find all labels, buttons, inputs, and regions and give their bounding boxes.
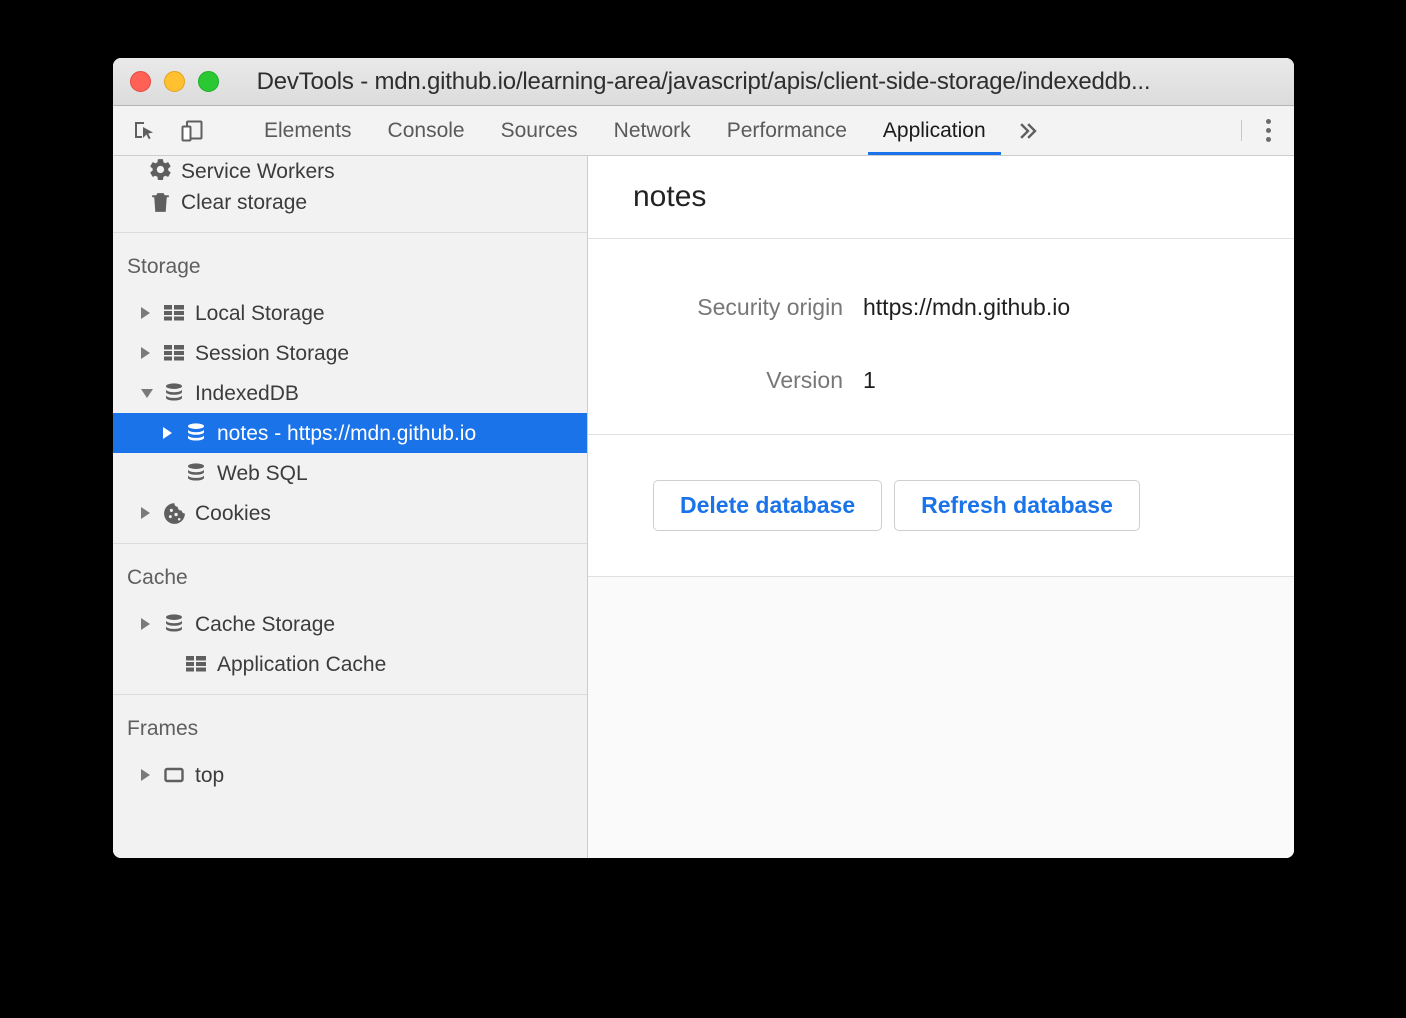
cookie-icon xyxy=(159,501,189,526)
devtools-tabbar: Elements Console Sources Network Perform… xyxy=(113,106,1294,156)
database-header: notes xyxy=(588,156,1294,239)
sidebar-item-label: Service Workers xyxy=(181,161,335,182)
chevron-double-right-icon xyxy=(1018,120,1040,142)
metadata-value-security-origin: https://mdn.github.io xyxy=(863,294,1070,321)
window-titlebar: DevTools - mdn.github.io/learning-area/j… xyxy=(113,58,1294,106)
table-icon xyxy=(159,341,189,365)
toggle-device-toolbar-icon xyxy=(180,119,204,143)
more-tabs-button[interactable] xyxy=(1004,106,1054,155)
expand-arrow-icon[interactable] xyxy=(141,769,159,781)
sidebar-group-frames: Frames top xyxy=(113,695,587,805)
sidebar-item-label: Clear storage xyxy=(181,192,307,213)
sidebar-group-title: Frames xyxy=(113,695,587,755)
table-icon xyxy=(181,652,211,676)
devtools-tabs: Elements Console Sources Network Perform… xyxy=(246,106,1235,155)
tab-label: Performance xyxy=(727,119,847,143)
application-panel: Service Workers Clear storage Storage xyxy=(113,156,1294,858)
sidebar-item-label: Cache Storage xyxy=(195,614,335,635)
collapse-arrow-icon[interactable] xyxy=(141,389,159,398)
tab-elements[interactable]: Elements xyxy=(246,106,370,155)
sidebar-group-top: Service Workers Clear storage xyxy=(113,156,587,232)
sidebar-item-notes-database[interactable]: notes - https://mdn.github.io xyxy=(113,413,587,453)
gear-icon xyxy=(145,157,175,182)
sidebar-item-label: IndexedDB xyxy=(195,383,299,404)
tab-network[interactable]: Network xyxy=(596,106,709,155)
metadata-row: Version 1 xyxy=(588,367,1294,394)
kebab-dot-icon xyxy=(1266,137,1271,142)
metadata-key-security-origin: Security origin xyxy=(588,294,863,321)
tab-performance[interactable]: Performance xyxy=(709,106,865,155)
sidebar-item-session-storage[interactable]: Session Storage xyxy=(113,333,587,373)
database-icon xyxy=(181,421,211,445)
database-metadata: Security origin https://mdn.github.io Ve… xyxy=(588,239,1294,435)
database-icon xyxy=(181,461,211,485)
sidebar-group-title: Cache xyxy=(113,544,587,604)
trash-icon xyxy=(145,190,175,215)
sidebar-item-label: Session Storage xyxy=(195,343,349,364)
database-icon xyxy=(159,612,189,636)
inspect-element-button[interactable] xyxy=(127,114,161,148)
database-actions: Delete database Refresh database xyxy=(588,435,1294,577)
tab-application[interactable]: Application xyxy=(865,106,1004,155)
devtools-window: DevTools - mdn.github.io/learning-area/j… xyxy=(113,58,1294,858)
metadata-key-version: Version xyxy=(588,367,863,394)
kebab-dot-icon xyxy=(1266,119,1271,124)
sidebar-item-application-cache[interactable]: Application Cache xyxy=(113,644,587,684)
sidebar-item-label: Local Storage xyxy=(195,303,325,324)
database-icon xyxy=(159,381,189,405)
sidebar-item-label: Application Cache xyxy=(217,654,386,675)
toggle-device-toolbar-button[interactable] xyxy=(175,114,209,148)
table-icon xyxy=(159,301,189,325)
sidebar-item-clear-storage[interactable]: Clear storage xyxy=(113,182,587,222)
sidebar-item-label: Web SQL xyxy=(217,463,308,484)
expand-arrow-icon[interactable] xyxy=(163,427,181,439)
empty-content-area xyxy=(588,577,1294,858)
tab-label: Network xyxy=(614,119,691,143)
indexeddb-database-view: notes Security origin https://mdn.github… xyxy=(588,156,1294,858)
delete-database-button[interactable]: Delete database xyxy=(653,480,882,531)
sidebar-item-web-sql[interactable]: Web SQL xyxy=(113,453,587,493)
tab-label: Console xyxy=(388,119,465,143)
sidebar-item-label: top xyxy=(195,765,224,786)
sidebar-item-top-frame[interactable]: top xyxy=(113,755,587,795)
tab-label: Application xyxy=(883,119,986,143)
tabbar-right-divider xyxy=(1241,120,1242,141)
sidebar-group-title: Storage xyxy=(113,233,587,293)
expand-arrow-icon[interactable] xyxy=(141,507,159,519)
metadata-value-version: 1 xyxy=(863,367,876,394)
sidebar-item-cookies[interactable]: Cookies xyxy=(113,493,587,533)
tab-label: Elements xyxy=(264,119,352,143)
page-title: notes xyxy=(633,180,706,214)
application-sidebar-tree[interactable]: Service Workers Clear storage Storage xyxy=(113,156,588,858)
expand-arrow-icon[interactable] xyxy=(141,307,159,319)
metadata-row: Security origin https://mdn.github.io xyxy=(588,294,1294,321)
tab-console[interactable]: Console xyxy=(370,106,483,155)
devtools-toolbar-icons xyxy=(113,106,246,155)
tab-label: Sources xyxy=(501,119,578,143)
sidebar-item-indexeddb[interactable]: IndexedDB xyxy=(113,373,587,413)
sidebar-item-label: notes - https://mdn.github.io xyxy=(217,423,476,444)
sidebar-group-cache: Cache Cache Storage xyxy=(113,544,587,694)
expand-arrow-icon[interactable] xyxy=(141,618,159,630)
sidebar-item-label: Cookies xyxy=(195,503,271,524)
sidebar-item-local-storage[interactable]: Local Storage xyxy=(113,293,587,333)
sidebar-item-service-workers[interactable]: Service Workers xyxy=(113,156,587,182)
frame-icon xyxy=(159,763,189,787)
inspect-element-icon xyxy=(132,119,156,143)
expand-arrow-icon[interactable] xyxy=(141,347,159,359)
sidebar-item-cache-storage[interactable]: Cache Storage xyxy=(113,604,587,644)
refresh-database-button[interactable]: Refresh database xyxy=(894,480,1140,531)
window-title: DevTools - mdn.github.io/learning-area/j… xyxy=(113,68,1294,96)
tab-sources[interactable]: Sources xyxy=(483,106,596,155)
sidebar-group-storage: Storage Local Storage xyxy=(113,233,587,543)
devtools-menu-button[interactable] xyxy=(1248,106,1288,155)
kebab-dot-icon xyxy=(1266,128,1271,133)
